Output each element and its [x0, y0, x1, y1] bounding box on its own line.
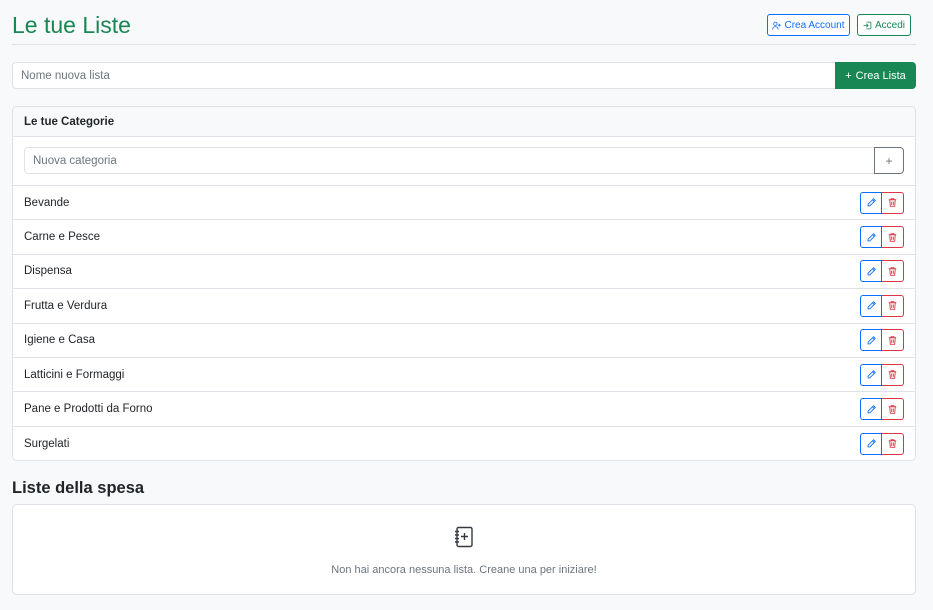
trash-icon [887, 266, 898, 277]
delete-category-button[interactable] [882, 363, 904, 386]
create-account-button[interactable]: Crea Account [767, 14, 850, 36]
add-category-button[interactable]: + [874, 147, 904, 174]
category-name: Bevande [24, 196, 70, 209]
category-name: Igiene e Casa [24, 334, 95, 347]
categories-card: Le tue Categorie + Bevande Carne e Pesce D… [12, 106, 916, 461]
category-actions [860, 191, 904, 214]
edit-category-button[interactable] [860, 329, 882, 352]
delete-category-button[interactable] [882, 398, 904, 421]
categories-title: Le tue Categorie [13, 107, 915, 137]
category-actions [860, 363, 904, 386]
pencil-icon [866, 369, 877, 380]
new-category-input[interactable] [24, 147, 874, 174]
category-row: Pane e Prodotti da Forno [13, 392, 915, 427]
new-list-form: + Crea Lista [12, 62, 916, 89]
category-actions [860, 432, 904, 455]
new-list-input[interactable] [12, 62, 835, 89]
create-list-button[interactable]: + Crea Lista [835, 62, 916, 89]
delete-category-button[interactable] [882, 329, 904, 352]
page-title: Le tue Liste [12, 12, 131, 38]
pencil-icon [866, 335, 877, 346]
category-name: Latticini e Formaggi [24, 368, 125, 381]
lists-section-title: Liste della spesa [12, 479, 145, 497]
category-name: Frutta e Verdura [24, 299, 108, 312]
login-label: Accedi [874, 19, 905, 31]
header: Le tue Liste Crea Account Accedi [12, 0, 916, 45]
edit-category-button[interactable] [860, 432, 882, 455]
category-actions [860, 260, 904, 283]
category-row: Surgelati [13, 427, 915, 460]
trash-icon [887, 438, 898, 449]
create-account-label: Crea Account [784, 19, 845, 31]
category-name: Carne e Pesce [24, 231, 101, 244]
category-list: Bevande Carne e Pesce Dispensa Frutta e Ver… [13, 186, 915, 460]
trash-icon [887, 300, 898, 311]
edit-category-button[interactable] [860, 260, 882, 283]
category-actions [860, 294, 904, 317]
pencil-icon [866, 404, 877, 415]
edit-category-button[interactable] [860, 363, 882, 386]
edit-category-button[interactable] [860, 398, 882, 421]
trash-icon [887, 404, 898, 415]
pencil-icon [866, 232, 877, 243]
delete-category-button[interactable] [882, 191, 904, 214]
category-actions [860, 329, 904, 352]
pencil-icon [866, 266, 877, 277]
login-button[interactable]: Accedi [857, 14, 911, 36]
category-name: Pane e Prodotti da Forno [24, 403, 153, 416]
category-row: Bevande [13, 186, 915, 221]
delete-category-button[interactable] [882, 226, 904, 249]
edit-category-button[interactable] [860, 226, 882, 249]
new-category-form: + [13, 137, 915, 186]
trash-icon [887, 197, 898, 208]
plus-icon: + [845, 69, 852, 82]
trash-icon [887, 232, 898, 243]
category-actions [860, 226, 904, 249]
category-name: Surgelati [24, 437, 70, 450]
category-row: Frutta e Verdura [13, 289, 915, 324]
category-row: Dispensa [13, 255, 915, 290]
trash-icon [887, 369, 898, 380]
category-actions [860, 398, 904, 421]
create-list-label: Crea Lista [855, 69, 906, 82]
delete-category-button[interactable] [882, 432, 904, 455]
category-row: Carne e Pesce [13, 220, 915, 255]
pencil-icon [866, 197, 877, 208]
category-row: Igiene e Casa [13, 324, 915, 358]
category-row: Latticini e Formaggi [13, 358, 915, 393]
notebook-plus-icon [455, 526, 473, 548]
login-icon [863, 21, 872, 29]
category-name: Dispensa [24, 265, 72, 278]
pencil-icon [866, 300, 877, 311]
trash-icon [887, 335, 898, 346]
pencil-icon [866, 438, 877, 449]
delete-category-button[interactable] [882, 260, 904, 283]
user-plus-icon [772, 21, 782, 29]
empty-lists-card: Non hai ancora nessuna lista. Creane una… [12, 504, 916, 595]
empty-lists-message: Non hai ancora nessuna lista. Creane una… [331, 564, 597, 576]
edit-category-button[interactable] [860, 191, 882, 214]
edit-category-button[interactable] [860, 294, 882, 317]
delete-category-button[interactable] [882, 294, 904, 317]
